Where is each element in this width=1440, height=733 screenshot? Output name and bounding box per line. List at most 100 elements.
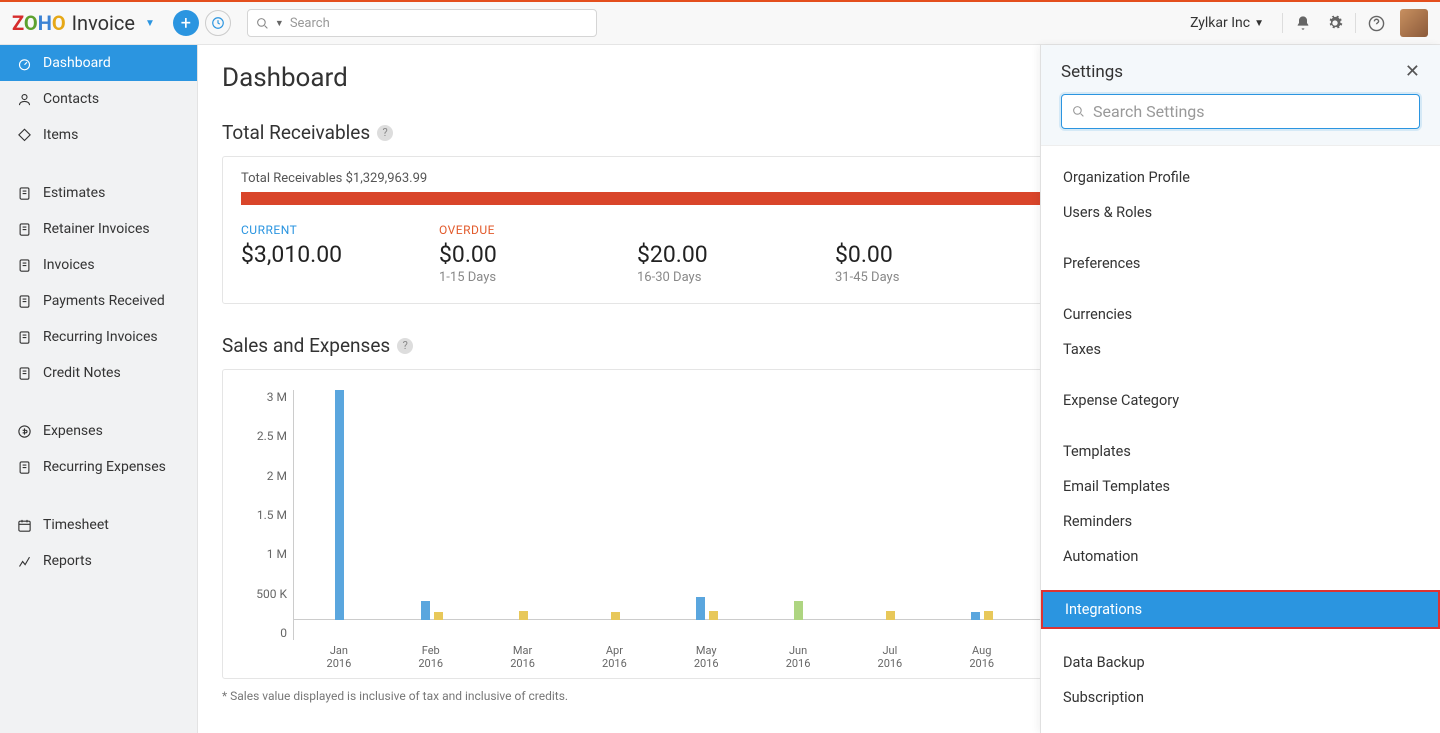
help-button[interactable] <box>1365 12 1387 34</box>
bell-icon <box>1295 15 1311 31</box>
bucket-overdue-1: $20.00 16-30 Days <box>637 223 835 285</box>
settings-item-integrations[interactable]: Integrations <box>1041 590 1440 629</box>
search-placeholder: Search <box>290 16 330 31</box>
recur-dollar-icon <box>16 459 32 475</box>
settings-panel-title: Settings <box>1061 62 1123 82</box>
search-icon <box>256 17 269 30</box>
settings-button[interactable] <box>1324 12 1346 34</box>
settings-item-data-backup[interactable]: Data Backup <box>1041 645 1440 680</box>
sidebar-item-invoices[interactable]: Invoices <box>0 247 197 283</box>
sidebar-item-retainer-invoices[interactable]: Retainer Invoices <box>0 211 197 247</box>
chart-bar <box>971 612 980 620</box>
settings-panel: Settings ✕ Search Settings Organization … <box>1040 45 1440 733</box>
sidebar-item-recurring-invoices[interactable]: Recurring Invoices <box>0 319 197 355</box>
help-tip-icon[interactable]: ? <box>397 338 413 354</box>
settings-item-email-templates[interactable]: Email Templates <box>1041 469 1440 504</box>
chart-y-axis: 3 M2.5 M2 M1.5 M1 M500 K0 <box>243 390 293 640</box>
sidebar-item-contacts[interactable]: Contacts <box>0 81 197 117</box>
chart-x-tick: Jun2016 <box>752 640 844 670</box>
settings-item-expense-category[interactable]: Expense Category <box>1041 383 1440 418</box>
org-name: Zylkar Inc <box>1190 15 1250 31</box>
settings-list: Organization ProfileUsers & Roles Prefere… <box>1041 146 1440 715</box>
chart-x-tick: Mar2016 <box>477 640 569 670</box>
chart-bar <box>335 390 344 620</box>
chart-bar <box>696 597 705 620</box>
sidebar-item-label: Recurring Invoices <box>43 329 158 345</box>
chart-bar <box>984 611 993 620</box>
settings-item-templates[interactable]: Templates <box>1041 434 1440 469</box>
user-avatar[interactable] <box>1400 9 1428 37</box>
settings-close-button[interactable]: ✕ <box>1405 61 1420 82</box>
bucket-overdue-2: $0.00 31-45 Days <box>835 223 1033 285</box>
recent-activity-button[interactable] <box>205 10 231 36</box>
org-switcher[interactable]: Zylkar Inc ▼ <box>1190 15 1264 31</box>
quick-create-button[interactable]: + <box>173 10 199 36</box>
settings-item-reminders[interactable]: Reminders <box>1041 504 1440 539</box>
chart-x-tick: Apr2016 <box>568 640 660 670</box>
chart-icon <box>16 553 32 569</box>
recur-icon <box>16 329 32 345</box>
chart-bar <box>519 611 528 620</box>
settings-item-preferences[interactable]: Preferences <box>1041 246 1440 281</box>
sidebar-item-recurring-expenses[interactable]: Recurring Expenses <box>0 449 197 485</box>
sidebar-item-reports[interactable]: Reports <box>0 543 197 579</box>
settings-search-input[interactable]: Search Settings <box>1061 94 1420 129</box>
doc-icon <box>16 221 32 237</box>
bucket-current-tag: CURRENT <box>241 223 439 237</box>
brand-caret-icon: ▼ <box>145 18 155 29</box>
sidebar-item-label: Credit Notes <box>43 365 121 381</box>
coin-icon <box>16 293 32 309</box>
sidebar-item-label: Invoices <box>43 257 95 273</box>
settings-item-subscription[interactable]: Subscription <box>1041 680 1440 715</box>
sidebar-item-label: Payments Received <box>43 293 165 309</box>
invoice-icon <box>16 257 32 273</box>
help-tip-icon[interactable]: ? <box>377 125 393 141</box>
chart-x-tick: Jul2016 <box>844 640 936 670</box>
notifications-button[interactable] <box>1292 12 1314 34</box>
sidebar-item-label: Timesheet <box>43 517 109 533</box>
settings-item-currencies[interactable]: Currencies <box>1041 297 1440 332</box>
sidebar-item-label: Estimates <box>43 185 105 201</box>
tag-icon <box>16 127 32 143</box>
topbar: ZOHO Invoice ▼ + ▼ Search Zylkar Inc ▼ <box>0 2 1440 45</box>
search-icon <box>1072 105 1085 118</box>
settings-item-taxes[interactable]: Taxes <box>1041 332 1440 367</box>
sidebar-item-estimates[interactable]: Estimates <box>0 175 197 211</box>
settings-search-placeholder: Search Settings <box>1093 102 1205 121</box>
chart-x-tick: Feb2016 <box>385 640 477 670</box>
sidebar-item-label: Retainer Invoices <box>43 221 150 237</box>
sidebar-item-timesheet[interactable]: Timesheet <box>0 507 197 543</box>
settings-item-automation[interactable]: Automation <box>1041 539 1440 574</box>
brand-logo[interactable]: ZOHO Invoice ▼ <box>12 11 155 35</box>
brand-name: Invoice <box>72 11 135 35</box>
chart-bar <box>709 611 718 620</box>
search-caret-icon: ▼ <box>275 18 284 29</box>
chart-bar <box>611 612 620 620</box>
help-icon <box>1368 15 1385 32</box>
sidebar-item-payments-received[interactable]: Payments Received <box>0 283 197 319</box>
sidebar-item-dashboard[interactable]: Dashboard <box>0 45 197 81</box>
meter-icon <box>16 55 32 71</box>
sidebar-item-label: Expenses <box>43 423 103 439</box>
settings-item-organization-profile[interactable]: Organization Profile <box>1041 160 1440 195</box>
sidebar-item-items[interactable]: Items <box>0 117 197 153</box>
chart-bar <box>421 601 430 620</box>
chart-bar <box>794 601 803 620</box>
sidebar: Dashboard Contacts Items Estimates Retainer … <box>0 45 198 733</box>
sidebar-item-label: Contacts <box>43 91 99 107</box>
bucket-overdue-tag: OVERDUE <box>439 223 637 237</box>
dollar-icon <box>16 423 32 439</box>
bucket-overdue-0: OVERDUE $0.00 1-15 Days <box>439 223 637 285</box>
sidebar-item-label: Items <box>43 127 78 143</box>
calendar-icon <box>16 517 32 533</box>
chart-x-tick: May2016 <box>660 640 752 670</box>
sidebar-item-label: Reports <box>43 553 92 569</box>
global-search-input[interactable]: ▼ Search <box>247 9 597 37</box>
settings-item-users-roles[interactable]: Users & Roles <box>1041 195 1440 230</box>
sidebar-item-credit-notes[interactable]: Credit Notes <box>0 355 197 391</box>
chart-bar <box>434 612 443 620</box>
person-icon <box>16 91 32 107</box>
bucket-current: CURRENT $3,010.00 <box>241 223 439 285</box>
sidebar-item-expenses[interactable]: Expenses <box>0 413 197 449</box>
doc-check-icon <box>16 185 32 201</box>
